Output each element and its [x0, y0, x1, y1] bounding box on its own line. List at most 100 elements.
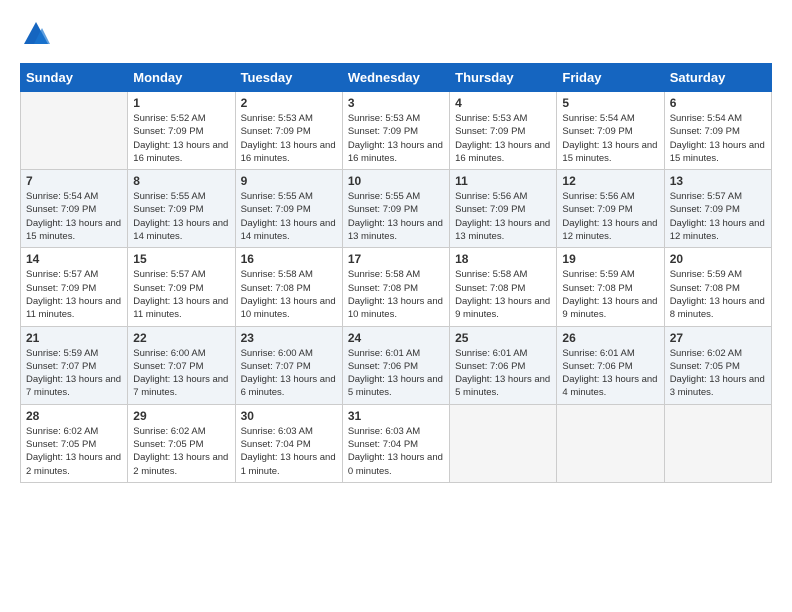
day-number: 2: [241, 96, 337, 110]
day-info: Sunrise: 6:03 AMSunset: 7:04 PMDaylight:…: [348, 425, 444, 478]
calendar-cell: 28Sunrise: 6:02 AMSunset: 7:05 PMDayligh…: [21, 404, 128, 482]
day-info: Sunrise: 5:58 AMSunset: 7:08 PMDaylight:…: [348, 268, 444, 321]
day-number: 29: [133, 409, 229, 423]
calendar-cell: 16 Sunrise: 5:58 AMSunset: 7:08 PMDayligh…: [235, 248, 342, 326]
calendar-cell: 1 Sunrise: 5:52 AMSunset: 7:09 PMDaylight…: [128, 92, 235, 170]
day-info: Sunrise: 5:57 AMSunset: 7:09 PMDaylight:…: [133, 268, 229, 321]
day-info: Sunrise: 5:54 AMSunset: 7:09 PMDaylight:…: [670, 112, 766, 165]
calendar-cell: 11Sunrise: 5:56 AMSunset: 7:09 PMDayligh…: [450, 170, 557, 248]
logo-icon: [22, 20, 50, 48]
weekday-header-thursday: Thursday: [450, 64, 557, 92]
day-number: 5: [562, 96, 658, 110]
calendar-cell: 31 Sunrise: 6:03 AMSunset: 7:04 PMDayligh…: [342, 404, 449, 482]
calendar-cell: 2Sunrise: 5:53 AMSunset: 7:09 PMDaylight…: [235, 92, 342, 170]
day-number: 11: [455, 174, 551, 188]
day-number: 31: [348, 409, 444, 423]
week-row-5: 28Sunrise: 6:02 AMSunset: 7:05 PMDayligh…: [21, 404, 772, 482]
calendar-cell: 25 Sunrise: 6:01 AMSunset: 7:06 PMDayligh…: [450, 326, 557, 404]
calendar-cell: 3 Sunrise: 5:53 AMSunset: 7:09 PMDaylight…: [342, 92, 449, 170]
calendar-cell: 18 Sunrise: 5:58 AMSunset: 7:08 PMDayligh…: [450, 248, 557, 326]
weekday-header-sunday: Sunday: [21, 64, 128, 92]
week-row-2: 7Sunrise: 5:54 AMSunset: 7:09 PMDaylight…: [21, 170, 772, 248]
day-info: Sunrise: 6:02 AMSunset: 7:05 PMDaylight:…: [133, 425, 229, 478]
calendar-cell: 19 Sunrise: 5:59 AMSunset: 7:08 PMDayligh…: [557, 248, 664, 326]
day-info: Sunrise: 5:59 AMSunset: 7:08 PMDaylight:…: [562, 268, 658, 321]
day-number: 10: [348, 174, 444, 188]
day-info: Sunrise: 6:00 AMSunset: 7:07 PMDaylight:…: [241, 347, 337, 400]
calendar-cell: [664, 404, 771, 482]
day-info: Sunrise: 6:01 AMSunset: 7:06 PMDaylight:…: [455, 347, 551, 400]
day-number: 14: [26, 252, 122, 266]
weekday-header-monday: Monday: [128, 64, 235, 92]
calendar-cell: 6 Sunrise: 5:54 AMSunset: 7:09 PMDaylight…: [664, 92, 771, 170]
day-info: Sunrise: 5:52 AMSunset: 7:09 PMDaylight:…: [133, 112, 229, 165]
day-info: Sunrise: 5:55 AMSunset: 7:09 PMDaylight:…: [133, 190, 229, 243]
day-number: 19: [562, 252, 658, 266]
day-info: Sunrise: 5:59 AMSunset: 7:08 PMDaylight:…: [670, 268, 766, 321]
week-row-4: 21Sunrise: 5:59 AMSunset: 7:07 PMDayligh…: [21, 326, 772, 404]
day-info: Sunrise: 5:53 AMSunset: 7:09 PMDaylight:…: [455, 112, 551, 165]
day-info: Sunrise: 5:58 AMSunset: 7:08 PMDaylight:…: [455, 268, 551, 321]
day-info: Sunrise: 5:57 AMSunset: 7:09 PMDaylight:…: [670, 190, 766, 243]
day-number: 9: [241, 174, 337, 188]
weekday-header-friday: Friday: [557, 64, 664, 92]
weekday-header-tuesday: Tuesday: [235, 64, 342, 92]
calendar-cell: 21Sunrise: 5:59 AMSunset: 7:07 PMDayligh…: [21, 326, 128, 404]
day-number: 13: [670, 174, 766, 188]
day-info: Sunrise: 6:02 AMSunset: 7:05 PMDaylight:…: [26, 425, 122, 478]
day-number: 3: [348, 96, 444, 110]
day-info: Sunrise: 5:53 AMSunset: 7:09 PMDaylight:…: [348, 112, 444, 165]
day-number: 23: [241, 331, 337, 345]
day-number: 18: [455, 252, 551, 266]
calendar-cell: 10 Sunrise: 5:55 AMSunset: 7:09 PMDayligh…: [342, 170, 449, 248]
day-number: 30: [241, 409, 337, 423]
day-info: Sunrise: 5:54 AMSunset: 7:09 PMDaylight:…: [562, 112, 658, 165]
day-number: 6: [670, 96, 766, 110]
calendar-cell: 17 Sunrise: 5:58 AMSunset: 7:08 PMDayligh…: [342, 248, 449, 326]
week-row-1: 1 Sunrise: 5:52 AMSunset: 7:09 PMDaylight…: [21, 92, 772, 170]
calendar-table: SundayMondayTuesdayWednesdayThursdayFrid…: [20, 63, 772, 483]
day-info: Sunrise: 5:56 AMSunset: 7:09 PMDaylight:…: [562, 190, 658, 243]
day-info: Sunrise: 6:01 AMSunset: 7:06 PMDaylight:…: [348, 347, 444, 400]
day-number: 15: [133, 252, 229, 266]
calendar-cell: 9 Sunrise: 5:55 AMSunset: 7:09 PMDaylight…: [235, 170, 342, 248]
day-info: Sunrise: 5:59 AMSunset: 7:07 PMDaylight:…: [26, 347, 122, 400]
day-number: 25: [455, 331, 551, 345]
day-number: 4: [455, 96, 551, 110]
day-number: 7: [26, 174, 122, 188]
day-number: 22: [133, 331, 229, 345]
calendar-cell: 15 Sunrise: 5:57 AMSunset: 7:09 PMDayligh…: [128, 248, 235, 326]
page-header: [20, 20, 772, 53]
day-number: 16: [241, 252, 337, 266]
weekday-header-wednesday: Wednesday: [342, 64, 449, 92]
day-info: Sunrise: 6:00 AMSunset: 7:07 PMDaylight:…: [133, 347, 229, 400]
calendar-cell: 12 Sunrise: 5:56 AMSunset: 7:09 PMDayligh…: [557, 170, 664, 248]
day-number: 24: [348, 331, 444, 345]
day-info: Sunrise: 5:57 AMSunset: 7:09 PMDaylight:…: [26, 268, 122, 321]
calendar-cell: 13 Sunrise: 5:57 AMSunset: 7:09 PMDayligh…: [664, 170, 771, 248]
day-info: Sunrise: 6:02 AMSunset: 7:05 PMDaylight:…: [670, 347, 766, 400]
day-info: Sunrise: 5:58 AMSunset: 7:08 PMDaylight:…: [241, 268, 337, 321]
calendar-cell: 23 Sunrise: 6:00 AMSunset: 7:07 PMDayligh…: [235, 326, 342, 404]
calendar-cell: 8 Sunrise: 5:55 AMSunset: 7:09 PMDaylight…: [128, 170, 235, 248]
weekday-header-saturday: Saturday: [664, 64, 771, 92]
calendar-cell: [21, 92, 128, 170]
calendar-cell: 5 Sunrise: 5:54 AMSunset: 7:09 PMDaylight…: [557, 92, 664, 170]
calendar-cell: 30 Sunrise: 6:03 AMSunset: 7:04 PMDayligh…: [235, 404, 342, 482]
day-number: 12: [562, 174, 658, 188]
calendar-cell: 20 Sunrise: 5:59 AMSunset: 7:08 PMDayligh…: [664, 248, 771, 326]
calendar-cell: 29 Sunrise: 6:02 AMSunset: 7:05 PMDayligh…: [128, 404, 235, 482]
day-info: Sunrise: 5:55 AMSunset: 7:09 PMDaylight:…: [348, 190, 444, 243]
day-number: 1: [133, 96, 229, 110]
calendar-cell: 22 Sunrise: 6:00 AMSunset: 7:07 PMDayligh…: [128, 326, 235, 404]
day-number: 20: [670, 252, 766, 266]
day-info: Sunrise: 6:03 AMSunset: 7:04 PMDaylight:…: [241, 425, 337, 478]
day-number: 27: [670, 331, 766, 345]
day-info: Sunrise: 5:55 AMSunset: 7:09 PMDaylight:…: [241, 190, 337, 243]
logo: [20, 20, 50, 53]
day-number: 8: [133, 174, 229, 188]
weekday-header-row: SundayMondayTuesdayWednesdayThursdayFrid…: [21, 64, 772, 92]
day-number: 17: [348, 252, 444, 266]
week-row-3: 14 Sunrise: 5:57 AMSunset: 7:09 PMDayligh…: [21, 248, 772, 326]
calendar-cell: 27 Sunrise: 6:02 AMSunset: 7:05 PMDayligh…: [664, 326, 771, 404]
